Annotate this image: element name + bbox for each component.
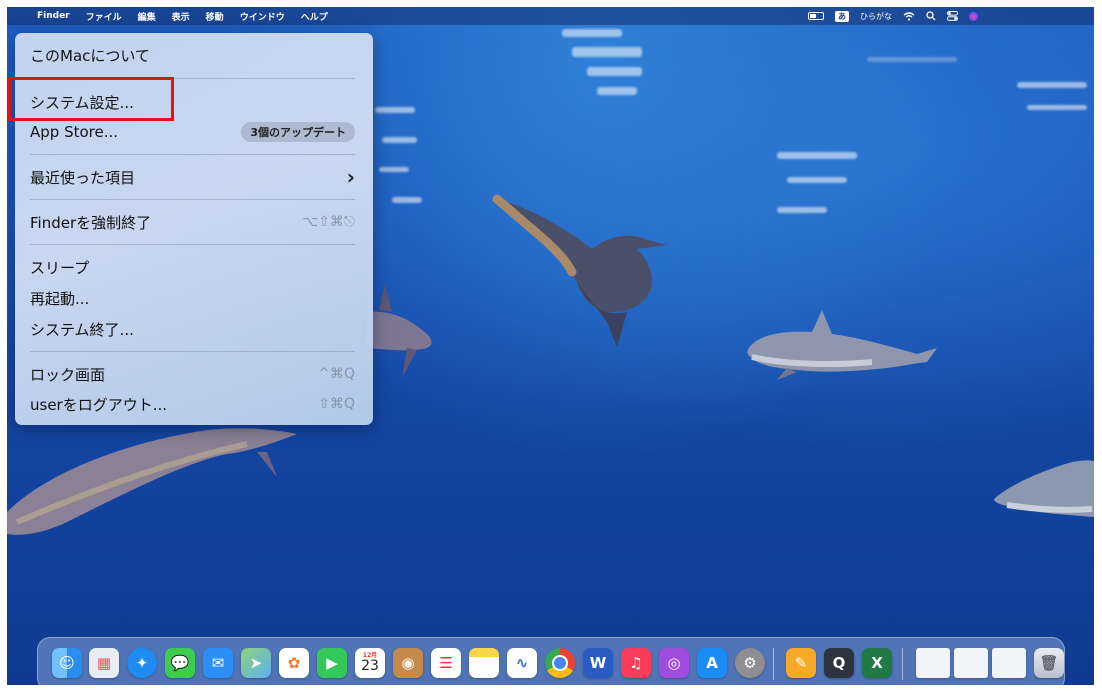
trash-icon[interactable]: 🗑 — [1034, 648, 1064, 678]
podcasts-icon[interactable]: ◎ — [659, 648, 689, 678]
app-store-label: App Store... — [30, 123, 119, 141]
logout-label: userをログアウト... — [30, 395, 168, 414]
recent-items-label: 最近使った項目 — [30, 168, 136, 187]
restart-label: 再起動... — [30, 289, 90, 308]
siri-icon[interactable] — [969, 11, 978, 21]
menu-separator — [30, 154, 355, 155]
pages-icon[interactable]: ✎ — [786, 648, 816, 678]
search-icon[interactable] — [926, 11, 936, 21]
dock: ☺ ▦ ✦ 💬 ✉ ➤ ✿ ▶ 12月 23 ◉ ☰ ∿ W ♫ ◎ A ⚙ ✎… — [37, 637, 1065, 685]
sleep-label: スリープ — [30, 258, 90, 277]
sleep-item[interactable]: スリープ — [30, 255, 355, 279]
menu-bar: Finder ファイル 編集 表示 移動 ウインドウ ヘルプ あ ひらがな — [7, 7, 1094, 25]
document-thumbnail-icon[interactable] — [916, 648, 950, 678]
dolphin-center — [492, 194, 667, 347]
freeform-icon[interactable]: ∿ — [507, 648, 537, 678]
messages-icon[interactable]: 💬 — [165, 648, 195, 678]
document-thumbnail-icon[interactable] — [992, 648, 1026, 678]
menu-edit[interactable]: 編集 — [138, 10, 156, 23]
recent-items-item[interactable]: 最近使った項目 › — [30, 165, 355, 189]
calendar-icon[interactable]: 12月 23 — [355, 648, 385, 678]
maps-icon[interactable]: ➤ — [241, 648, 271, 678]
menu-separator — [30, 351, 355, 352]
app-store-update-badge: 3個のアップデート — [241, 122, 355, 142]
force-quit-label: Finderを強制終了 — [30, 213, 152, 232]
launchpad-icon[interactable]: ▦ — [89, 648, 119, 678]
music-icon[interactable]: ♫ — [621, 648, 651, 678]
contacts-icon[interactable]: ◉ — [393, 648, 423, 678]
menu-finder[interactable]: Finder — [37, 11, 70, 21]
app-store-item[interactable]: App Store... 3個のアップデート — [30, 120, 355, 144]
chrome-icon[interactable] — [545, 648, 575, 678]
input-method-label[interactable]: ひらがな — [860, 11, 892, 22]
reminders-icon[interactable]: ☰ — [431, 648, 461, 678]
word-label: W — [589, 654, 607, 672]
about-this-mac-item[interactable]: このMacについて — [30, 43, 355, 67]
logout-shortcut: ⇧⌘Q — [318, 396, 355, 412]
battery-icon[interactable] — [808, 12, 824, 20]
menu-window[interactable]: ウインドウ — [240, 10, 285, 23]
word-icon[interactable]: W — [583, 648, 613, 678]
document-thumbnail-icon[interactable] — [954, 648, 988, 678]
lock-screen-item[interactable]: ロック画面 ^⌘Q — [30, 362, 355, 386]
excel-label: X — [871, 654, 883, 672]
menu-separator — [30, 199, 355, 200]
menu-go[interactable]: 移動 — [206, 10, 224, 23]
photos-icon[interactable]: ✿ — [279, 648, 309, 678]
excel-icon[interactable]: X — [862, 648, 892, 678]
restart-item[interactable]: 再起動... — [30, 286, 355, 310]
quicktime-icon[interactable]: Q — [824, 648, 854, 678]
control-center-icon[interactable] — [947, 11, 958, 21]
lock-screen-shortcut: ^⌘Q — [318, 366, 355, 382]
lock-screen-label: ロック画面 — [30, 365, 106, 384]
force-quit-shortcut: ⌥⇧⌘⎋ — [302, 214, 355, 230]
app-store-icon[interactable]: A — [697, 648, 727, 678]
dolphin-left-middle — [367, 284, 432, 378]
menu-view[interactable]: 表示 — [172, 10, 190, 23]
force-quit-item[interactable]: Finderを強制終了 ⌥⇧⌘⎋ — [30, 210, 355, 234]
dolphin-bottom-left — [7, 428, 297, 535]
dock-separator — [902, 648, 903, 680]
finder-icon[interactable]: ☺ — [52, 648, 82, 678]
shutdown-label: システム終了... — [30, 320, 134, 339]
chevron-right-icon: › — [346, 165, 355, 189]
mail-icon[interactable]: ✉ — [203, 648, 233, 678]
wifi-icon[interactable] — [903, 11, 915, 21]
calendar-day: 23 — [361, 658, 379, 674]
menu-file[interactable]: ファイル — [86, 10, 122, 23]
logout-item[interactable]: userをログアウト... ⇧⌘Q — [30, 392, 355, 416]
dock-separator — [773, 648, 774, 680]
shutdown-item[interactable]: システム終了... — [30, 317, 355, 341]
system-settings-highlight-box — [8, 77, 174, 121]
about-this-mac-label: このMacについて — [30, 46, 150, 65]
desktop: Finder ファイル 編集 表示 移動 ウインドウ ヘルプ あ ひらがな この… — [7, 7, 1094, 685]
notes-icon[interactable] — [469, 648, 499, 678]
menu-separator — [30, 244, 355, 245]
dolphin-far-right — [994, 460, 1094, 517]
input-method-icon[interactable]: あ — [835, 10, 849, 22]
safari-icon[interactable]: ✦ — [127, 648, 157, 678]
menu-help[interactable]: ヘルプ — [301, 10, 328, 23]
system-settings-icon[interactable]: ⚙ — [735, 648, 765, 678]
facetime-icon[interactable]: ▶ — [317, 648, 347, 678]
dolphin-right — [747, 310, 937, 380]
